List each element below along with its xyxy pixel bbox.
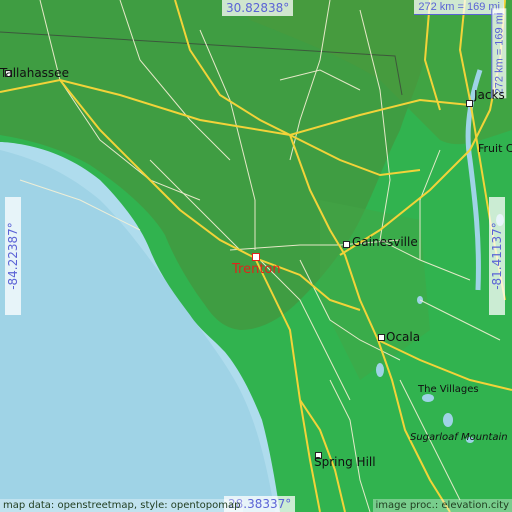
longitude-left-label: -84.22387°	[5, 197, 21, 315]
place-label[interactable]: The Villages	[418, 384, 479, 395]
place-label[interactable]: Jacks	[474, 88, 505, 102]
place-label[interactable]: Spring Hill	[314, 455, 376, 469]
city-marker	[378, 334, 385, 341]
latitude-top-label: 30.82838°	[222, 0, 294, 16]
place-label[interactable]: Gainesville	[352, 235, 418, 249]
scale-bar-right: 272 km = 169 mi	[491, 8, 507, 99]
place-label[interactable]: Sugarloaf Mountain	[410, 432, 508, 443]
highlighted-town-marker[interactable]	[252, 253, 260, 261]
image-attribution: image proc.: elevation.city	[372, 499, 512, 512]
city-marker	[343, 241, 350, 248]
city-marker	[466, 100, 473, 107]
highlighted-town-label[interactable]: Trenton	[232, 262, 281, 277]
map-attribution: map data: openstreetmap, style: opentopo…	[0, 499, 244, 512]
place-label[interactable]: Ocala	[386, 330, 420, 344]
place-label[interactable]: Fruit Co	[478, 142, 512, 155]
place-label[interactable]: Tallahassee	[0, 66, 69, 80]
longitude-right-label: -81.41137°	[489, 197, 505, 315]
elevation-map[interactable]: 30.82838° 28.38337° -84.22387° -81.41137…	[0, 0, 512, 512]
